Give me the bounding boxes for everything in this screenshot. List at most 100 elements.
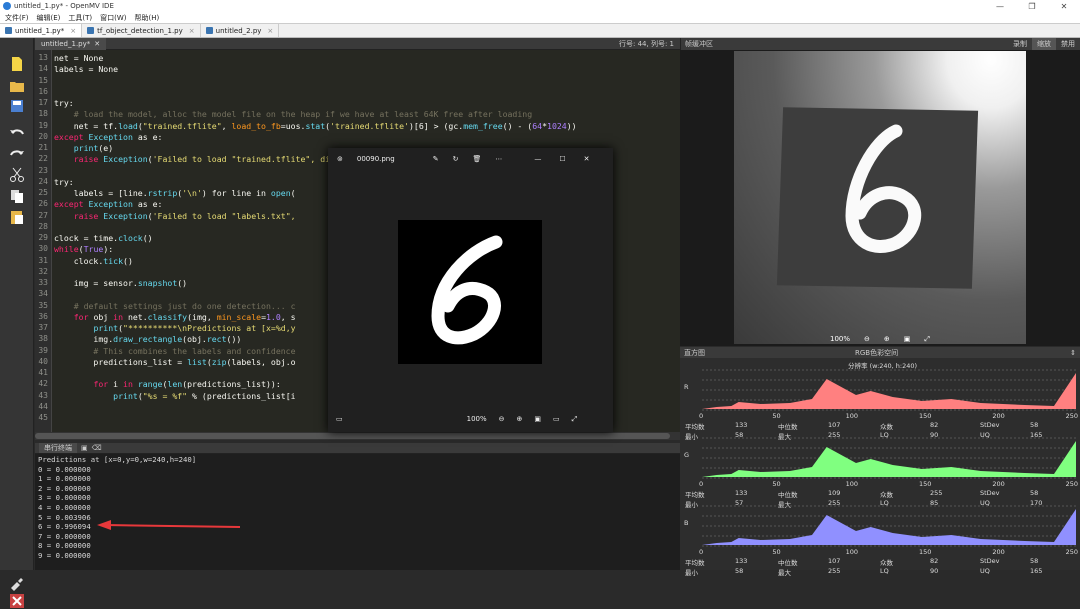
terminal-tab[interactable]: 串行终端 (39, 443, 77, 453)
code-token: =uos. (280, 120, 306, 131)
expand-icon[interactable]: ⤢ (924, 335, 930, 344)
redo-icon[interactable] (9, 145, 25, 161)
close-tab-icon[interactable]: × (189, 27, 195, 35)
viewer-filename: 00090.png (356, 155, 395, 163)
new-file-icon[interactable] (9, 56, 25, 72)
histogram-plot-b (702, 505, 1076, 547)
code-token: in (113, 311, 128, 322)
viewer-titlebar: ⊚ 00090.png ✎ ↻ 🗑 ⋯ — ☐ ✕ (328, 148, 613, 170)
code-line: print("%s = %f" % (predictions_list[i (54, 391, 295, 401)
file-tab[interactable]: untitled_2.py × (200, 24, 280, 37)
zoom-out-icon[interactable]: ⊖ (499, 415, 505, 423)
terminal-line: 8 = 0.000000 (38, 541, 91, 551)
rotate-icon[interactable]: ↻ (453, 155, 459, 163)
code-token: labels = None (54, 64, 119, 75)
stat-label: 平均数 (685, 491, 705, 499)
menu-edit[interactable]: 编辑(E) (37, 13, 61, 23)
record-button[interactable]: 录制 (1008, 38, 1032, 50)
code-token: except (54, 131, 89, 142)
code-token: # This combines the labels and confidenc… (54, 345, 296, 356)
save-icon[interactable]: ▣ (81, 444, 88, 452)
actual-size-icon[interactable]: ▭ (553, 415, 560, 423)
zoom-out-icon[interactable]: ⊖ (864, 335, 870, 343)
stat-label: StDev (980, 421, 1000, 429)
run-stop-icon[interactable] (9, 593, 25, 609)
disable-button[interactable]: 禁用 (1056, 38, 1080, 50)
line-number: 15 (38, 75, 48, 85)
color-space-select[interactable]: RGB色彩空间 (855, 348, 898, 358)
stat-label: 平均数 (685, 423, 705, 431)
axis-tick-label: 150 (919, 548, 932, 556)
axis-tick-label: 150 (919, 412, 932, 420)
maximize-button[interactable]: ☐ (559, 155, 565, 163)
open-folder-icon[interactable] (9, 78, 25, 94)
line-number: 43 (38, 390, 48, 400)
minimize-button[interactable]: — (984, 2, 1016, 11)
paste-icon[interactable] (9, 209, 25, 225)
zoom-button[interactable]: 缩放 (1032, 38, 1056, 50)
line-number: 34 (38, 289, 48, 299)
python-file-icon (5, 27, 12, 34)
axis-tick-label: 50 (772, 412, 781, 420)
save-icon[interactable] (9, 98, 25, 114)
connect-icon[interactable] (9, 576, 25, 592)
zoom-in-icon[interactable]: ⊕ (517, 415, 523, 423)
file-tab-bar: untitled_1.py* × tf_object_detection_1.py… (0, 24, 1080, 38)
undo-icon[interactable] (9, 124, 25, 140)
delete-icon[interactable]: 🗑 (472, 155, 481, 163)
code-token: net = tf. (54, 120, 119, 131)
menu-window[interactable]: 窗口(W) (100, 13, 126, 23)
minimize-button[interactable]: — (534, 155, 541, 163)
line-number: 28 (38, 221, 48, 231)
close-button[interactable]: ✕ (1048, 2, 1080, 11)
stat-label: 中位数 (778, 559, 798, 567)
file-tab[interactable]: untitled_1.py* × (0, 24, 83, 37)
code-line: for i in range(len(predictions_list)): (54, 379, 280, 389)
digit-six (845, 124, 922, 253)
code-token: (e) (98, 143, 114, 153)
close-tab-icon[interactable]: × (267, 27, 273, 35)
close-tab-icon[interactable]: × (70, 27, 76, 35)
menu-file[interactable]: 文件(F) (5, 13, 29, 23)
axis-tick-label: 0 (699, 548, 704, 556)
close-button[interactable]: ✕ (584, 155, 590, 163)
maximize-button[interactable]: ❐ (1016, 2, 1048, 11)
code-line: labels = [line.rstrip('\n') for line in … (54, 188, 296, 198)
code-token: tick (103, 255, 124, 266)
code-token: predictions_list = (54, 356, 188, 367)
chevron-down-icon[interactable]: ⇕ (1070, 349, 1076, 357)
zoom-in-icon[interactable]: ⊕ (884, 335, 890, 343)
code-line: net = None (54, 53, 103, 63)
close-icon[interactable]: ✕ (94, 40, 100, 48)
editor-file-tab[interactable]: untitled_1.py* ✕ (35, 37, 107, 50)
code-line: clock.tick() (54, 256, 133, 266)
horizontal-scrollbar[interactable] (35, 432, 680, 440)
line-number: 20 (38, 131, 48, 141)
stat-value: 58 (1030, 489, 1039, 497)
code-token: img = sensor. (54, 278, 138, 288)
stat-value: 109 (828, 489, 841, 497)
more-icon[interactable]: ⋯ (495, 155, 502, 163)
fit-icon[interactable]: ▣ (904, 335, 911, 343)
serial-terminal[interactable]: Predictions at [x=0,y=0,w=240,h=240] 0 = … (35, 454, 680, 570)
code-token: draw_rectangle (113, 334, 183, 345)
viewer-zoom: 100% (466, 415, 487, 423)
stat-label: StDev (980, 489, 1000, 497)
menu-tools[interactable]: 工具(T) (68, 13, 92, 23)
code-token: zip (211, 356, 227, 367)
fullscreen-icon[interactable]: ⤢ (572, 415, 578, 424)
menu-help[interactable]: 帮助(H) (135, 13, 160, 23)
scroll-thumb[interactable] (35, 433, 670, 439)
code-token: try (54, 176, 69, 187)
clear-icon[interactable]: ⌫ (92, 444, 102, 452)
filmstrip-icon[interactable]: ▭ (336, 415, 343, 423)
file-tab[interactable]: tf_object_detection_1.py × (82, 24, 201, 37)
edit-icon[interactable]: ✎ (433, 155, 439, 163)
fit-icon[interactable]: ▣ (534, 415, 541, 423)
line-number: 21 (38, 143, 48, 152)
viewer-statusbar: ▭ 100% ⊖ ⊕ ▣ ▭ ⤢ (328, 408, 613, 430)
cut-icon[interactable] (9, 167, 25, 183)
copy-icon[interactable] (9, 188, 25, 204)
